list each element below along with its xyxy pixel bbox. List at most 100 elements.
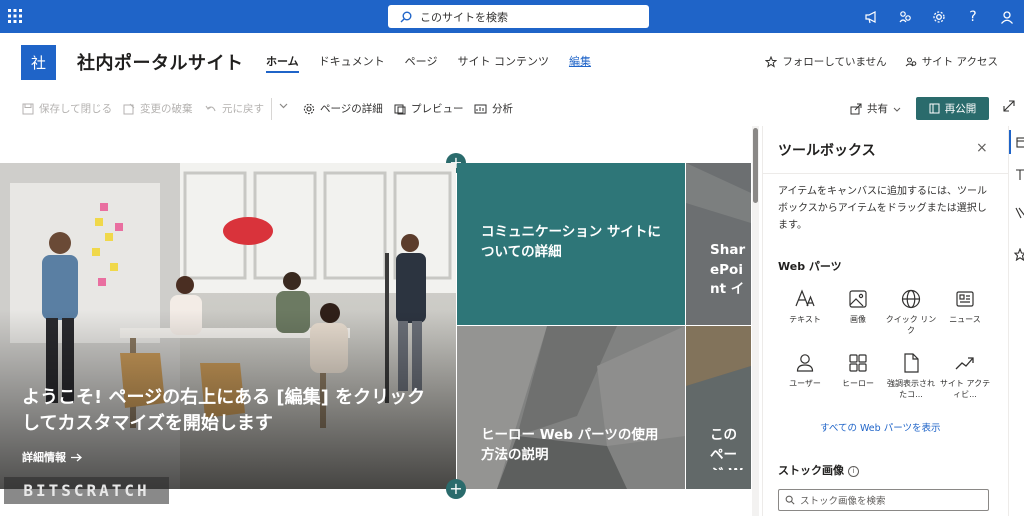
canvas-scrollbar[interactable] — [752, 126, 759, 516]
watermark-logo: BITSCRATCH — [4, 477, 169, 504]
hero-tile-communication[interactable]: コミュニケーション サイトについての詳細 — [457, 163, 685, 325]
news-icon — [954, 288, 976, 310]
right-rail — [1008, 126, 1024, 516]
more-commands-chevron[interactable] — [279, 101, 288, 110]
close-icon[interactable]: × — [976, 140, 988, 156]
save-close-button[interactable]: 保存して閉じる — [22, 101, 112, 116]
hero-learn-more-link[interactable]: 詳細情報 — [22, 450, 82, 466]
image-icon — [847, 288, 869, 310]
learn-more-label: 詳細情報 — [22, 451, 66, 464]
hero-webpart[interactable]: ようこそ! ページの右上にある [編集] をクリックしてカスタマイズを開始します… — [0, 163, 751, 489]
globe-icon — [900, 288, 922, 310]
webpart-image-label: 画像 — [850, 315, 866, 324]
stock-image-search-input[interactable]: ストック画像を検索 — [778, 489, 989, 511]
webpart-people-label: ユーザー — [789, 379, 821, 388]
page-canvas: + ようこそ! ページの右上にある [編集] をクリックしてカスタマイズを開始し… — [0, 126, 762, 516]
webpart-text-label: テキスト — [789, 315, 821, 324]
nav-site-contents[interactable]: サイト コンテンツ — [457, 53, 549, 75]
nav-edit[interactable]: 編集 — [569, 53, 591, 75]
follow-label: フォローしていません — [782, 56, 887, 68]
webpart-news[interactable]: ニュース — [939, 288, 991, 325]
search-icon — [400, 11, 412, 23]
webpart-highlighted-content[interactable]: 強調表示されたコ... — [885, 352, 937, 400]
preview-label: プレビュー — [411, 103, 464, 115]
undo-icon — [205, 103, 217, 115]
hero-main-caption: ようこそ! ページの右上にある [編集] をクリックしてカスタマイズを開始します — [22, 387, 426, 435]
hero-tile-main[interactable]: ようこそ! ページの右上にある [編集] をクリックしてカスタマイズを開始します… — [0, 163, 456, 489]
hero-tile-sharepoint-caption: SharePoint インストールす — [710, 242, 746, 301]
webpart-image[interactable]: 画像 — [832, 288, 884, 325]
analytics-button[interactable]: 分析 — [474, 101, 513, 116]
webpart-text[interactable]: テキスト — [779, 288, 831, 325]
megaphone-icon[interactable] — [854, 0, 888, 33]
chevron-down-icon — [279, 101, 288, 110]
webpart-quick-links[interactable]: クイック リンク — [885, 288, 937, 336]
discard-button[interactable]: 変更の破棄 — [123, 101, 193, 116]
nav-documents[interactable]: ドキュメント — [319, 53, 385, 75]
search-placeholder: このサイトを検索 — [420, 10, 508, 24]
scrollbar-thumb[interactable] — [753, 128, 758, 203]
suite-bar: このサイトを検索 ? — [0, 0, 1024, 33]
hero-tile-sharepoint[interactable]: SharePoint インストールす — [686, 163, 751, 325]
webpart-people[interactable]: ユーザー — [779, 352, 831, 389]
site-logo[interactable]: 社 — [21, 45, 56, 80]
webpart-news-label: ニュース — [949, 315, 981, 324]
webpart-hero-label: ヒーロー — [842, 379, 874, 388]
nav-pages[interactable]: ページ — [405, 53, 438, 75]
star-rail-icon[interactable] — [1012, 248, 1024, 261]
hero-tile-page[interactable]: このページ Web パ — [686, 326, 751, 489]
profile-icon[interactable] — [990, 0, 1024, 33]
show-all-webparts-link[interactable]: すべての Web パーツを表示 — [820, 420, 941, 434]
follow-button[interactable]: フォローしていません — [765, 54, 887, 69]
hero-icon — [847, 352, 869, 374]
webparts-heading: Web パーツ — [778, 260, 842, 273]
analytics-label: 分析 — [492, 103, 513, 115]
republish-label: 再公開 — [944, 103, 977, 115]
discard-icon — [123, 103, 135, 115]
search-icon — [785, 495, 795, 505]
toolbox-divider — [763, 173, 1009, 174]
share-icon — [850, 103, 862, 115]
office-photo-image — [0, 163, 456, 489]
republish-button[interactable]: 再公開 — [916, 97, 989, 120]
webpart-highlighted-content-label: 強調表示されたコ... — [887, 379, 935, 399]
toolbox-panel: ツールボックス × アイテムをキャンバスに追加するには、ツールボックスからアイテ… — [762, 126, 1009, 516]
webpart-site-activity[interactable]: サイト アクティビ... — [939, 352, 991, 400]
rail-active-indicator — [1009, 130, 1011, 154]
share-button[interactable]: 共有 — [850, 101, 901, 116]
page-details-label: ページの詳細 — [320, 103, 383, 115]
page-details-button[interactable]: ページの詳細 — [303, 101, 383, 116]
hero-tile-communication-caption: コミュニケーション サイトについての詳細 — [481, 224, 661, 260]
webpart-site-activity-label: サイト アクティビ... — [939, 379, 991, 399]
undo-button[interactable]: 元に戻す — [205, 101, 264, 116]
hero-tile-hero-webpart-caption: ヒーロー Web パーツの使用方法の説明 — [481, 427, 659, 463]
stock-images-heading: ストック画像 i — [778, 462, 859, 478]
preview-icon — [394, 103, 406, 115]
app-launcher-icon[interactable] — [8, 9, 22, 23]
info-icon[interactable]: i — [848, 465, 859, 477]
site-search-input[interactable]: このサイトを検索 — [388, 5, 649, 28]
document-icon — [900, 352, 922, 374]
site-access-label: サイト アクセス — [921, 56, 998, 68]
page-icon — [929, 103, 940, 114]
preview-button[interactable]: プレビュー — [394, 101, 464, 116]
expand-button[interactable] — [1003, 100, 1015, 112]
design-rail-icon[interactable] — [1012, 206, 1024, 219]
discard-label: 変更の破棄 — [140, 103, 193, 115]
toolbox-rail-icon[interactable] — [1012, 136, 1024, 149]
command-bar: 保存して閉じる 変更の破棄 元に戻す ページの詳細 プレビュー 分析 共有 再公… — [0, 90, 1024, 126]
add-section-bottom-button[interactable]: + — [446, 479, 466, 499]
nav-home[interactable]: ホーム — [266, 53, 299, 75]
collaboration-icon[interactable] — [888, 0, 922, 33]
stock-images-label: ストック画像 — [778, 464, 844, 477]
undo-label: 元に戻す — [222, 103, 264, 115]
site-title[interactable]: 社内ポータルサイト — [77, 49, 244, 75]
format-rail-icon[interactable] — [1012, 168, 1024, 181]
gear-icon[interactable] — [922, 0, 956, 33]
hero-tile-hero-webpart[interactable]: ヒーロー Web パーツの使用方法の説明 — [457, 326, 685, 489]
site-access-button[interactable]: サイト アクセス — [905, 54, 998, 69]
text-icon — [794, 288, 816, 310]
webpart-hero[interactable]: ヒーロー — [832, 352, 884, 389]
save-icon — [22, 103, 34, 115]
help-icon[interactable]: ? — [956, 0, 990, 33]
